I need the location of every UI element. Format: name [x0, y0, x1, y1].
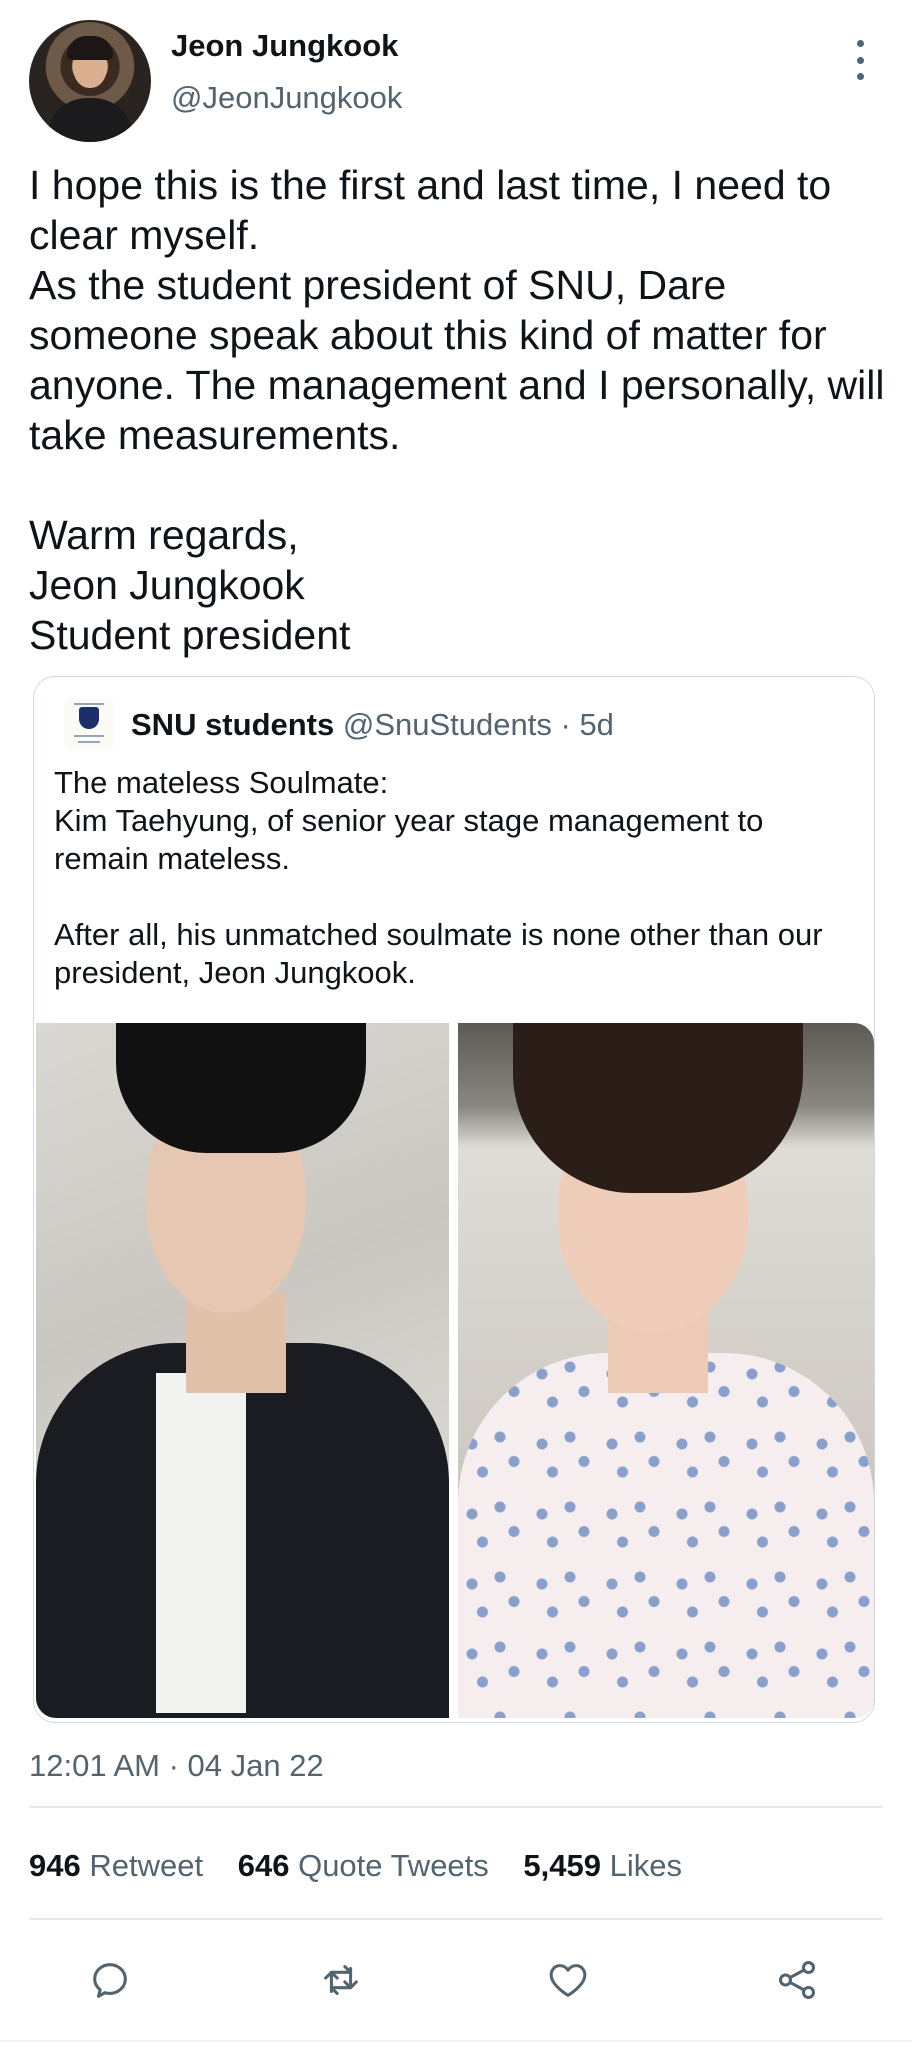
- quoted-tweet[interactable]: SNU students @SnuStudents · 5d The matel…: [33, 676, 875, 1723]
- retweet-label: Retweet: [89, 1848, 204, 1883]
- like-button[interactable]: [538, 1950, 598, 2010]
- photo-shirt: [156, 1373, 246, 1713]
- quote-text: The mateless Soulmate: Kim Taehyung, of …: [54, 765, 823, 990]
- like-label: Likes: [609, 1848, 682, 1883]
- retweet-stat[interactable]: 946 Retweet: [29, 1848, 203, 1883]
- photo-hair: [116, 1023, 366, 1153]
- quote-header: SNU students @SnuStudents · 5d: [131, 707, 614, 743]
- quote-author-handle[interactable]: @SnuStudents: [343, 707, 552, 742]
- avatar-hair: [67, 36, 113, 60]
- share-button[interactable]: [767, 1950, 827, 2010]
- more-options-button[interactable]: [848, 40, 872, 80]
- quote-time: 5d: [579, 707, 614, 742]
- divider: [29, 1806, 883, 1808]
- more-vertical-icon: [856, 40, 864, 47]
- avatar-text-line: [74, 735, 104, 737]
- retweet-button[interactable]: [311, 1950, 371, 2010]
- like-count: 5,459: [523, 1848, 601, 1883]
- retweet-icon: [324, 1965, 358, 1995]
- more-dot: [856, 56, 864, 64]
- quote-label: Quote Tweets: [298, 1848, 489, 1883]
- quote-stat[interactable]: 646 Quote Tweets: [238, 1848, 489, 1883]
- author-handle[interactable]: @JeonJungkook: [171, 80, 402, 116]
- reply-icon: [93, 1963, 127, 1998]
- more-dot: [856, 73, 864, 80]
- avatar-coat: [47, 98, 133, 142]
- tweet-text: I hope this is the first and last time, …: [29, 162, 885, 658]
- quote-count: 646: [237, 1848, 290, 1883]
- avatar-text-line: [74, 703, 104, 705]
- quote-author-name[interactable]: SNU students: [131, 707, 334, 742]
- heart-icon: [549, 1964, 587, 1997]
- retweet-count: 946: [29, 1848, 81, 1883]
- tweet-timestamp[interactable]: 12:01 AM · 04 Jan 22: [29, 1748, 324, 1784]
- reply-button[interactable]: [80, 1950, 140, 2010]
- share-icon: [778, 1961, 816, 1999]
- author-name[interactable]: Jeon Jungkook: [171, 28, 398, 64]
- divider: [29, 1918, 883, 1920]
- avatar-text-line: [78, 741, 100, 743]
- bottom-divider: [0, 2040, 912, 2042]
- quote-author-avatar[interactable]: [64, 699, 114, 749]
- photo-hair: [513, 1023, 803, 1193]
- snu-crest-icon: [79, 707, 99, 729]
- author-avatar[interactable]: [29, 20, 151, 142]
- tweet-stats: 946 Retweet 646 Quote Tweets 5,459 Likes: [29, 1848, 708, 1884]
- quote-separator: ·: [551, 707, 580, 742]
- photo-shirt: [458, 1353, 874, 1718]
- media-image-right[interactable]: [458, 1023, 874, 1718]
- like-stat[interactable]: 5,459 Likes: [523, 1848, 682, 1883]
- media-image-left[interactable]: [36, 1023, 449, 1718]
